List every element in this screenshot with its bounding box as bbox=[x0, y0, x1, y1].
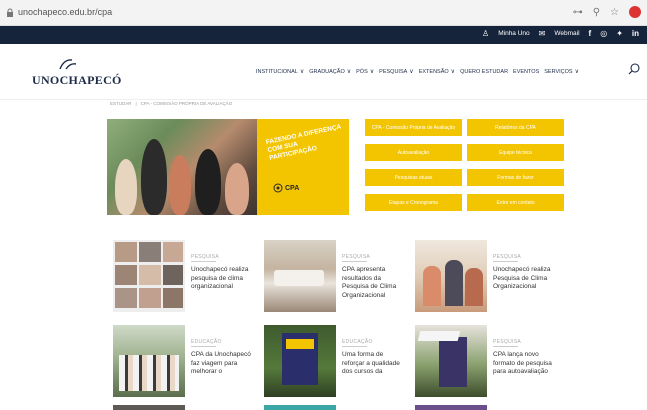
facebook-icon[interactable]: f bbox=[589, 29, 592, 38]
news-title[interactable]: CPA da Unochapecó faz viagem para melhor… bbox=[191, 351, 253, 377]
nav-item-quero-estudar[interactable]: QUERO ESTUDAR bbox=[460, 68, 508, 75]
breadcrumb-item-cpa: CPA - COMISSÃO PRÓPRIA DE AVALIAÇÃO bbox=[140, 101, 233, 106]
news-title[interactable]: Unochapecó realiza Pesquisa de Clima Org… bbox=[493, 266, 555, 292]
linkedin-icon[interactable]: in bbox=[632, 29, 639, 38]
search-icon[interactable] bbox=[628, 63, 640, 75]
breadcrumb-item-estudar[interactable]: ESTUDAR bbox=[110, 101, 132, 106]
nav-item-eventos[interactable]: EVENTOS bbox=[513, 68, 539, 75]
news-card[interactable]: EDUCAÇÃO CPA da Unochapecó faz viagem pa… bbox=[113, 325, 263, 400]
button-relatorios[interactable]: Relatórios da CPA bbox=[467, 119, 564, 136]
nav-item-extensao[interactable]: EXTENSÃO ∨ bbox=[419, 68, 455, 76]
news-title[interactable]: CPA apresenta resultados da Pesquisa de … bbox=[342, 266, 404, 300]
button-autoavaliacao[interactable]: Autoavaliação bbox=[365, 144, 462, 161]
news-card[interactable]: PESQUISA CPA lança novo formato de pesqu… bbox=[415, 325, 565, 400]
news-tag[interactable]: PESQUISA bbox=[493, 339, 521, 347]
news-title[interactable]: CPA lança novo formato de pesquisa para … bbox=[493, 351, 555, 377]
news-thumbnail[interactable] bbox=[264, 325, 336, 397]
nav-item-pos[interactable]: PÓS ∨ bbox=[356, 68, 374, 76]
logo-text: UNOCHAPECÓ bbox=[32, 73, 122, 87]
news-tag[interactable]: PESQUISA bbox=[191, 254, 219, 262]
hero-photo bbox=[107, 119, 257, 215]
button-formas-de-fazer[interactable]: Formas de fazer bbox=[467, 169, 564, 186]
url-text[interactable]: unochapeco.edu.br/cpa bbox=[18, 7, 112, 17]
nav-item-servicos[interactable]: SERVIÇOS ∨ bbox=[544, 68, 579, 76]
news-thumbnail[interactable] bbox=[415, 325, 487, 397]
zoom-icon[interactable]: ⚲ bbox=[593, 7, 600, 18]
news-tag[interactable]: PESQUISA bbox=[342, 254, 370, 262]
news-tag[interactable]: PESQUISA bbox=[493, 254, 521, 262]
twitter-icon[interactable]: ✦ bbox=[616, 29, 623, 38]
key-icon[interactable]: ⊶ bbox=[573, 7, 583, 18]
extension-icon[interactable] bbox=[629, 6, 641, 18]
instagram-icon[interactable]: ◎ bbox=[600, 29, 607, 38]
site-logo[interactable]: UNOCHAPECÓ bbox=[32, 57, 121, 87]
button-entre-em-contato[interactable]: Entre em contato bbox=[467, 194, 564, 211]
button-pesquisas-atuais[interactable]: Pesquisas atuais bbox=[365, 169, 462, 186]
button-etapas-cronograma[interactable]: Etapas e Cronograma bbox=[365, 194, 462, 211]
star-icon[interactable]: ☆ bbox=[610, 7, 619, 18]
main-nav: INSTITUCIONAL ∨ GRADUAÇÃO ∨ PÓS ∨ PESQUISA ∨… bbox=[256, 68, 579, 76]
cpa-logo-icon bbox=[273, 183, 283, 193]
cpa-brand: CPA bbox=[285, 185, 300, 192]
news-thumbnail[interactable] bbox=[415, 240, 487, 312]
nav-item-graduacao[interactable]: GRADUAÇÃO ∨ bbox=[309, 68, 351, 76]
news-card[interactable]: PESQUISA Unochapecó realiza pesquisa de … bbox=[113, 240, 263, 315]
news-card[interactable]: PESQUISA CPA apresenta resultados da Pes… bbox=[264, 240, 414, 315]
news-tag[interactable]: EDUCAÇÃO bbox=[191, 339, 222, 347]
lock-icon bbox=[7, 8, 13, 17]
news-tag[interactable]: EDUCAÇÃO bbox=[342, 339, 373, 347]
news-title[interactable]: Uma forma de reforçar a qualidade dos cu… bbox=[342, 351, 404, 377]
news-thumbnail[interactable] bbox=[113, 240, 185, 312]
logo-mark-icon bbox=[59, 59, 77, 70]
browser-address-bar[interactable]: unochapeco.edu.br/cpa ⊶ ⚲ ☆ bbox=[0, 0, 647, 26]
site-header: UNOCHAPECÓ INSTITUCIONAL ∨ GRADUAÇÃO ∨ PÓS… bbox=[0, 44, 647, 100]
news-thumbnail[interactable] bbox=[113, 325, 185, 397]
nav-item-pesquisa[interactable]: PESQUISA ∨ bbox=[379, 68, 414, 76]
news-card[interactable]: EDUCAÇÃO Uma forma de reforçar a qualida… bbox=[264, 325, 414, 400]
button-cpa-comissao[interactable]: CPA - Comissão Própria de Avaliação bbox=[365, 119, 462, 136]
news-card[interactable]: PESQUISA Unochapecó realiza Pesquisa de … bbox=[415, 240, 565, 315]
breadcrumb-separator: | bbox=[135, 101, 137, 106]
top-utility-bar: ♙ Minha Uno ✉ Webmail f ◎ ✦ in bbox=[0, 26, 647, 44]
next-row-thumbnails bbox=[0, 405, 647, 410]
user-icon[interactable]: ♙ bbox=[482, 29, 489, 38]
topbar-link-webmail[interactable]: Webmail bbox=[554, 30, 579, 37]
news-title[interactable]: Unochapecó realiza pesquisa de clima org… bbox=[191, 266, 253, 292]
nav-item-institucional[interactable]: INSTITUCIONAL ∨ bbox=[256, 68, 304, 76]
button-equipe-tecnica[interactable]: Equipe técnica bbox=[467, 144, 564, 161]
mail-icon[interactable]: ✉ bbox=[539, 29, 546, 38]
news-thumbnail[interactable] bbox=[264, 240, 336, 312]
breadcrumb: ESTUDAR | CPA - COMISSÃO PRÓPRIA DE AVAL… bbox=[110, 101, 232, 106]
topbar-link-minha-uno[interactable]: Minha Uno bbox=[498, 30, 529, 37]
hero-banner: FAZENDO A DIFERENÇA COM SUA PARTICIPAÇÃO… bbox=[107, 119, 349, 215]
